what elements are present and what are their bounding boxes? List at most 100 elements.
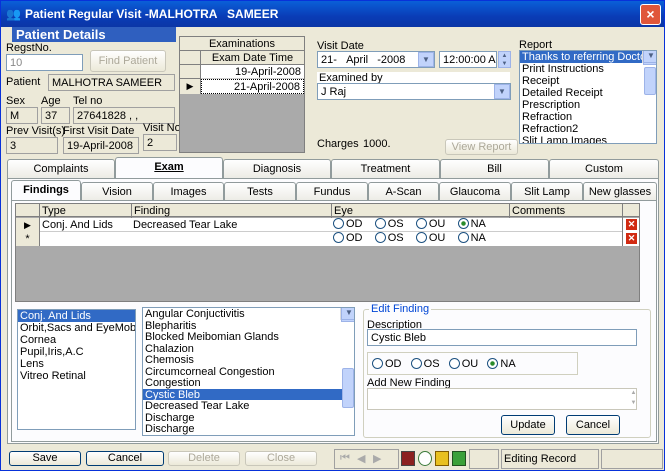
table-row[interactable]: Conj. And Lids Decreased Tear Lake OD OS… [40,218,622,232]
row-type: Conj. And Lids [42,219,113,231]
report-item[interactable]: Detailed Receipt [520,87,656,99]
description-input[interactable]: Cystic Bleb [367,329,637,346]
delete-row-icon[interactable]: ✕ [626,233,637,244]
exam-row[interactable]: 19-April-2008 [201,65,304,79]
add-new-finding-input[interactable] [367,388,637,410]
report-item[interactable]: Prescription [520,99,656,111]
list-item[interactable]: Angular Conjuctivitis [143,308,354,320]
category-list[interactable]: Conj. And Lids Orbit,Sacs and EyeMobilit… [17,309,136,430]
list-item[interactable]: Conj. And Lids [18,310,135,322]
cancel-button[interactable]: Cancel [86,451,164,466]
tab-new-glasses[interactable]: New glasses [583,182,657,201]
table-row-new[interactable]: OD OS OU NA [40,232,622,246]
nav-prev-icon[interactable]: ◀ [357,452,365,465]
report-scrollbar[interactable]: ▲▼ [642,51,656,95]
time-spinner-icon[interactable]: ▲ ▼ [498,51,511,68]
first-visit-field: 19-April-2008 [63,137,139,154]
delete-row-icon[interactable]: ✕ [626,219,637,230]
list-item[interactable]: Congestion [143,377,354,389]
report-item[interactable]: Refraction2 [520,123,656,135]
report-item[interactable]: Slit Lamp Images [520,135,656,143]
nav-first-icon[interactable]: ⏮ [340,452,350,465]
list-item[interactable]: Chemosis [143,354,354,366]
tab-vision[interactable]: Vision [81,182,153,201]
tab-a-scan[interactable]: A-Scan [368,182,439,201]
list-item[interactable]: Discharge [143,423,354,435]
report-list[interactable]: Thanks to referring Doctor Print Instruc… [519,50,657,144]
window-title: Patient Regular Visit -MALHOTRA SAMEER [25,7,279,21]
tab-tests[interactable]: Tests [224,182,296,201]
examinations-grid: Examinations Exam Date Time 19-April-200… [179,36,305,153]
list-item[interactable]: Cystic Bleb [143,388,354,400]
row-eye-options[interactable]: OD OS OU NA [333,218,486,230]
sub-tabs: Findings Vision Images Tests Fundus A-Sc… [11,180,657,201]
list-item[interactable]: Discharge [143,412,354,424]
charges-label: Charges [317,138,359,150]
tab-treatment[interactable]: Treatment [331,159,440,178]
exam-date-header: Exam Date Time [201,51,304,65]
list-item[interactable]: Blocked Meibomian Glands [143,331,354,343]
book-icon[interactable] [401,451,415,466]
exam-row[interactable]: 21-April-2008 [201,79,304,94]
save-button[interactable]: Save [9,451,81,466]
report-item[interactable]: Refraction [520,111,656,123]
report-item[interactable]: Receipt [520,75,656,87]
report-item[interactable]: Print Instructions [520,63,656,75]
update-button[interactable]: Update [501,415,555,435]
visit-time-field[interactable]: 12:00:00 AM [439,51,497,68]
tab-bill[interactable]: Bill [440,159,549,178]
list-item[interactable]: Blepharitis [143,320,354,332]
tab-custom[interactable]: Custom [549,159,659,178]
edit-eye-options[interactable]: OD OS OU NA [367,352,578,375]
close-button-bottom[interactable]: Close [245,451,317,466]
findings-list[interactable]: Angular Conjuctivitis Blepharitis Blocke… [142,307,355,436]
tab-diagnosis[interactable]: Diagnosis [223,159,331,178]
tab-exam[interactable]: Exam [115,157,223,178]
find-patient-button[interactable]: Find Patient [90,50,166,72]
nav-next-icon[interactable]: ▶ [373,452,381,465]
findings-scrollbar[interactable]: ▲▼ [340,308,354,408]
chart-icon[interactable] [418,451,432,466]
age-label: Age [41,95,61,107]
list-item[interactable]: Orbit,Sacs and EyeMobility [18,322,135,334]
sex-label: Sex [6,95,25,107]
col-type: Type [42,205,66,217]
add-finding-scroll-icon[interactable]: ▲ ▼ [629,388,638,410]
chevron-down-icon[interactable]: ▼ [494,84,510,99]
tab-glaucoma[interactable]: Glaucoma [439,182,511,201]
list-item[interactable]: Circumcorneal Congestion [143,366,354,378]
new-row-eye-options[interactable]: OD OS OU NA [333,232,486,244]
visit-no-field: 2 [143,134,177,151]
edit-cancel-button[interactable]: Cancel [566,415,620,435]
list-item[interactable]: Pupil,Iris,A.C [18,346,135,358]
tab-complaints[interactable]: Complaints [7,159,115,178]
examinations-title: Examinations [180,37,304,51]
examined-by-select[interactable]: J Raj ▼ [317,83,511,100]
col-eye: Eye [334,205,353,217]
close-button[interactable]: × [640,4,661,25]
scroll-down-icon[interactable]: ▼ [341,308,354,320]
list-item[interactable]: Vitreo Retinal [18,370,135,382]
new-row-marker: * [16,232,39,246]
tab-slit-lamp[interactable]: Slit Lamp [511,182,583,201]
list-item[interactable]: Chalazion [143,343,354,355]
view-report-button[interactable]: View Report [445,139,518,155]
list-item[interactable]: Decreased Tear Lake [143,400,354,412]
folder-icon[interactable] [435,451,449,466]
list-item[interactable]: Cornea [18,334,135,346]
scroll-down-icon[interactable]: ▼ [643,51,656,63]
people-group-icon[interactable] [452,451,466,466]
tab-fundus[interactable]: Fundus [296,182,368,201]
visit-date-picker[interactable]: 21- April -2008 ▼ [317,51,435,68]
delete-button[interactable]: Delete [168,451,240,466]
tab-images[interactable]: Images [153,182,224,201]
tab-findings[interactable]: Findings [11,180,81,201]
examined-by-value: J Raj [321,86,347,98]
row-pointer-icon: ▶ [16,218,39,232]
visit-year: -2008 [377,54,406,66]
list-item[interactable]: Lens [18,358,135,370]
regst-input[interactable]: 10 [6,54,83,71]
tel-label: Tel no [73,95,103,107]
chevron-down-icon[interactable]: ▼ [418,52,434,67]
report-item[interactable]: Thanks to referring Doctor [520,51,656,63]
